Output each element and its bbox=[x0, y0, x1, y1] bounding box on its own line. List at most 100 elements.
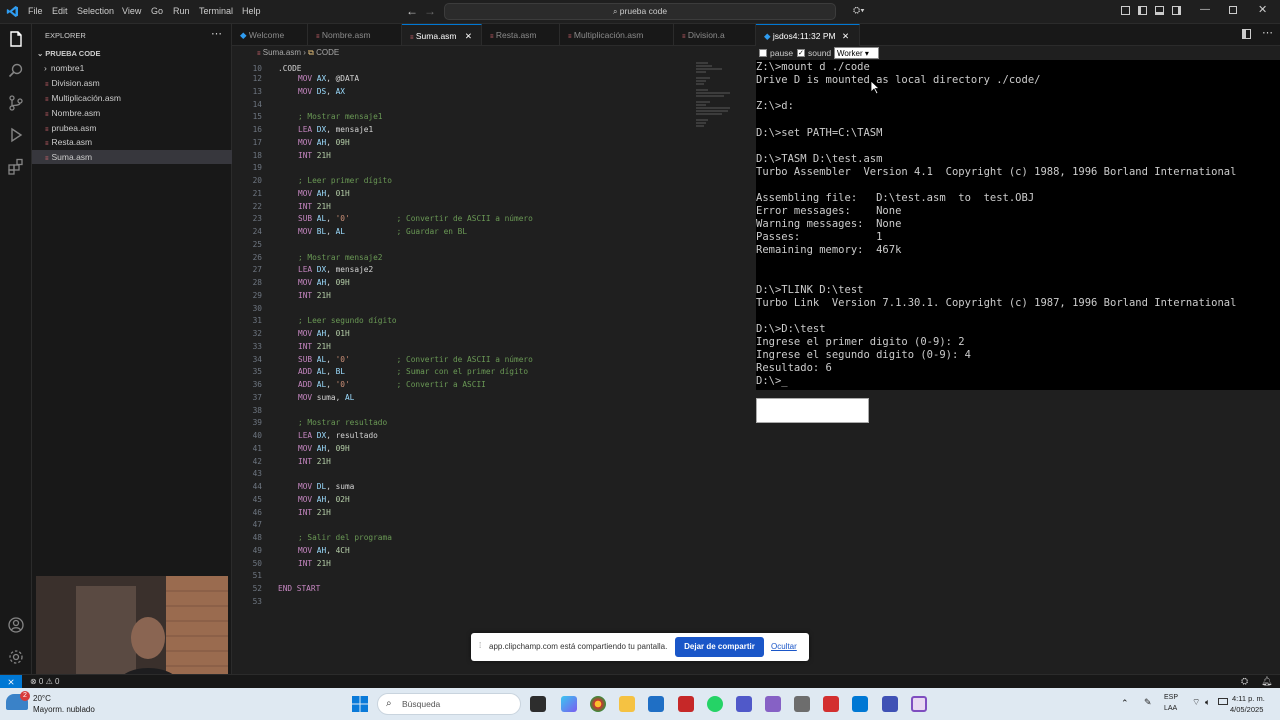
panel-toggle-icon[interactable] bbox=[1155, 6, 1164, 15]
dosbox-keyboard-input[interactable] bbox=[756, 398, 869, 423]
tab-nombre[interactable]: ≡ Nombre.asm bbox=[308, 24, 402, 45]
settings-gear-icon[interactable] bbox=[7, 648, 25, 666]
pause-checkbox[interactable] bbox=[759, 49, 767, 57]
back-arrow-icon[interactable]: ← bbox=[406, 4, 418, 18]
tab-welcome[interactable]: ◆ Welcome bbox=[232, 24, 308, 45]
file-explorer-icon[interactable] bbox=[619, 696, 635, 712]
tree-item-nombre[interactable]: ≡ Nombre.asm bbox=[32, 106, 232, 120]
extensions-icon[interactable] bbox=[7, 158, 25, 176]
teams-icon[interactable] bbox=[736, 696, 752, 712]
tree-item-nombre1[interactable]: › nombre1 bbox=[32, 61, 232, 75]
pen-icon[interactable]: ✎ bbox=[1144, 697, 1152, 708]
account-icon[interactable] bbox=[7, 616, 25, 634]
vscode-taskbar-icon[interactable] bbox=[852, 696, 868, 712]
whatsapp-icon[interactable] bbox=[707, 696, 723, 712]
menu-selection[interactable]: Selection bbox=[77, 6, 114, 16]
dosbox-screen[interactable]: Z:\>mount d ./code Drive D is mounted as … bbox=[756, 60, 1280, 390]
asm-file-icon: ≡ bbox=[45, 112, 49, 118]
more-actions-icon[interactable]: ⋯ bbox=[1262, 26, 1273, 39]
tab-label: Welcome bbox=[248, 30, 285, 40]
tab-jsdos[interactable]: ◆ jsdos4:11:32 PM ✕ bbox=[756, 24, 860, 46]
line-number: 19 bbox=[252, 163, 262, 173]
run-debug-icon[interactable] bbox=[7, 126, 25, 144]
clock-date[interactable]: 4/05/2025 bbox=[1230, 705, 1263, 714]
problems-icon[interactable]: ⊗ 0 ⚠ 0 bbox=[30, 677, 59, 686]
minimize-icon[interactable]: — bbox=[1200, 4, 1210, 15]
store-icon[interactable] bbox=[648, 696, 664, 712]
dos-line: Error messages: None bbox=[756, 205, 902, 218]
wifi-icon[interactable]: ⌔ bbox=[1192, 697, 1200, 708]
secondary-sidebar-toggle-icon[interactable] bbox=[1172, 6, 1181, 15]
clock-time[interactable]: 4:11 p. m. bbox=[1232, 694, 1265, 703]
weather-temp: 20°C bbox=[33, 694, 51, 703]
split-editor-icon[interactable] bbox=[1242, 29, 1251, 39]
menu-help[interactable]: Help bbox=[242, 6, 261, 16]
minimap[interactable] bbox=[694, 60, 744, 132]
line-number: 33 bbox=[252, 341, 262, 351]
close-tab-icon[interactable]: ✕ bbox=[465, 31, 472, 41]
chrome-icon[interactable] bbox=[590, 696, 606, 712]
close-window-icon[interactable]: ✕ bbox=[1258, 3, 1267, 16]
tab-suma[interactable]: ≡ Suma.asm ✕ bbox=[402, 24, 482, 45]
battery-icon[interactable] bbox=[1218, 698, 1228, 705]
task-view-icon[interactable] bbox=[530, 696, 546, 712]
visual-studio-icon[interactable] bbox=[765, 696, 781, 712]
settings-app-icon[interactable] bbox=[794, 696, 810, 712]
code-line: MOV AH, 01H bbox=[298, 188, 350, 198]
menu-terminal[interactable]: Terminal bbox=[199, 6, 233, 16]
volume-icon[interactable]: 🔈︎ bbox=[1205, 697, 1210, 708]
folder-prueba-code[interactable]: ⌄ PRUEBA CODE bbox=[32, 47, 232, 61]
copilot-status-icon[interactable]: ⛭ bbox=[1241, 676, 1248, 687]
menu-go[interactable]: Go bbox=[151, 6, 163, 16]
tab-multiplicacion[interactable]: ≡ Multiplicación.asm bbox=[560, 24, 674, 45]
sidebar-toggle-icon[interactable] bbox=[1138, 6, 1147, 15]
tree-item-prubea[interactable]: ≡ prubea.asm bbox=[32, 121, 232, 135]
drag-handle-icon[interactable]: ⁞ bbox=[479, 641, 481, 650]
tree-item-label: prubea.asm bbox=[51, 123, 97, 133]
chevron-up-icon[interactable]: ⌃ bbox=[1121, 698, 1129, 709]
layout-toggle-icon[interactable] bbox=[1121, 6, 1130, 15]
forward-arrow-icon[interactable]: → bbox=[424, 4, 436, 18]
language-bottom[interactable]: LAA bbox=[1164, 705, 1177, 712]
mcafee-icon[interactable] bbox=[678, 696, 694, 712]
app-icon[interactable] bbox=[882, 696, 898, 712]
line-number: 24 bbox=[252, 227, 262, 236]
command-center-search[interactable]: ⌕ prueba code bbox=[444, 3, 836, 20]
copilot-icon[interactable]: ⛭▾ bbox=[853, 5, 865, 16]
breadcrumb-symbol[interactable]: CODE bbox=[316, 48, 339, 57]
explorer-icon[interactable] bbox=[7, 30, 25, 48]
tree-item-suma[interactable]: ≡ Suma.asm bbox=[32, 150, 232, 164]
tree-item-multiplicacion[interactable]: ≡ Multiplicación.asm bbox=[32, 91, 232, 105]
hide-button[interactable]: Ocultar bbox=[771, 637, 797, 657]
notifications-bell-icon[interactable]: 🔔︎ bbox=[1261, 676, 1272, 687]
windows-start-icon[interactable] bbox=[352, 696, 368, 712]
sound-checkbox[interactable]: ✓ bbox=[797, 49, 805, 57]
line-number: 34 bbox=[252, 354, 262, 364]
search-icon[interactable] bbox=[7, 62, 25, 80]
menu-view[interactable]: View bbox=[122, 6, 141, 16]
breadcrumb-file[interactable]: Suma.asm bbox=[263, 48, 301, 57]
line-number: 39 bbox=[252, 418, 262, 428]
line-number: 18 bbox=[252, 150, 262, 160]
stop-sharing-button[interactable]: Dejar de compartir bbox=[675, 637, 764, 657]
line-number: 32 bbox=[252, 329, 262, 338]
clipchamp-icon[interactable] bbox=[911, 696, 927, 712]
mode-select[interactable]: Worker ▾ bbox=[834, 47, 879, 59]
menu-edit[interactable]: Edit bbox=[52, 6, 68, 16]
tab-division[interactable]: ≡ Division.a bbox=[674, 24, 756, 45]
acrobat-icon[interactable] bbox=[823, 696, 839, 712]
taskbar-search-input[interactable]: ⌕ Búsqueda bbox=[377, 693, 521, 715]
maximize-icon[interactable] bbox=[1229, 6, 1237, 14]
close-tab-icon[interactable]: ✕ bbox=[842, 31, 849, 41]
tree-item-division[interactable]: ≡ Division.asm bbox=[32, 76, 232, 90]
more-actions-icon[interactable]: ⋯ bbox=[211, 27, 222, 40]
menu-run[interactable]: Run bbox=[173, 6, 190, 16]
menu-file[interactable]: File bbox=[28, 6, 43, 16]
source-control-icon[interactable] bbox=[7, 94, 25, 112]
tree-item-resta[interactable]: ≡ Resta.asm bbox=[32, 135, 232, 149]
copilot-app-icon[interactable] bbox=[561, 696, 577, 712]
remote-indicator-icon[interactable]: ⨯ bbox=[0, 675, 22, 689]
code-editor[interactable]: 10 .CODE 12 MOV AX, @DATA 13 MOV DS, AX 14 15… bbox=[232, 60, 756, 674]
language-top[interactable]: ESP bbox=[1164, 694, 1178, 701]
tab-resta[interactable]: ≡ Resta.asm bbox=[482, 24, 560, 45]
